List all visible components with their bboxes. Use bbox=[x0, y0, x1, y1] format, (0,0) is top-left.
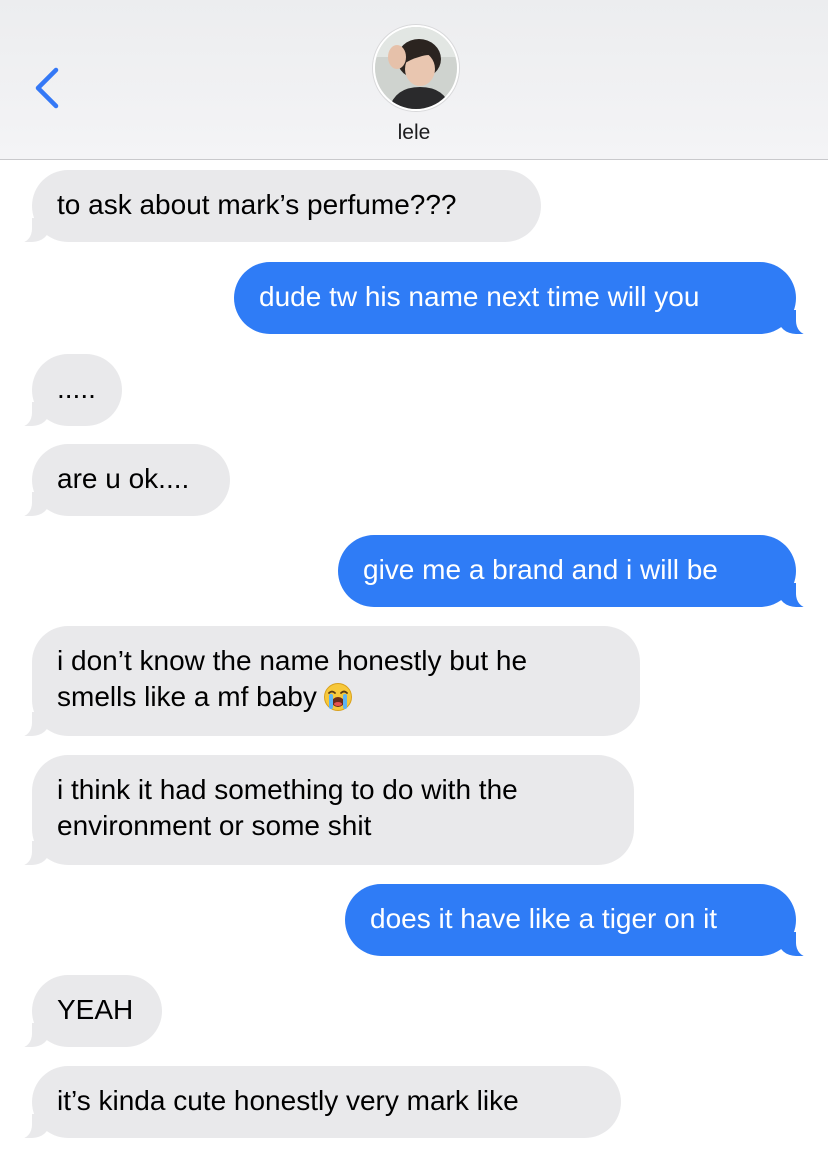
message-text: environment or some shit bbox=[57, 810, 372, 841]
outgoing-message[interactable]: dude tw his name next time will you bbox=[234, 262, 818, 335]
message-text: does it have like a tiger on it bbox=[370, 903, 718, 934]
message-text-line: smells like a mf baby bbox=[57, 679, 615, 715]
message-text: dude tw his name next time will you bbox=[259, 281, 700, 312]
outgoing-message[interactable]: does it have like a tiger on it bbox=[345, 884, 818, 957]
message-text: YEAH bbox=[57, 994, 134, 1025]
conversation-header: lele bbox=[0, 0, 828, 160]
message-text: to ask about mark’s perfume??? bbox=[57, 189, 457, 220]
contact-avatar[interactable] bbox=[373, 25, 459, 111]
incoming-message[interactable]: i don’t know the name honestly but he sm… bbox=[10, 626, 640, 737]
message-text: ..... bbox=[57, 373, 96, 404]
avatar-photo bbox=[375, 27, 457, 109]
back-button[interactable] bbox=[28, 62, 68, 114]
incoming-message[interactable]: it’s kinda cute honestly very mark like bbox=[10, 1066, 621, 1139]
incoming-message[interactable]: to ask about mark’s perfume??? bbox=[10, 170, 541, 243]
loudly-crying-face-icon bbox=[323, 682, 353, 712]
message-text: it’s kinda cute honestly very mark like bbox=[57, 1085, 519, 1116]
incoming-message[interactable]: ..... bbox=[10, 354, 122, 427]
message-text: i think it had something to do with the bbox=[57, 774, 518, 805]
incoming-message[interactable]: YEAH bbox=[10, 975, 162, 1048]
message-text: smells like a mf baby bbox=[57, 681, 317, 712]
message-text: i don’t know the name honestly but he bbox=[57, 645, 528, 676]
outgoing-message[interactable]: give me a brand and i will be bbox=[338, 535, 818, 608]
incoming-message[interactable]: i think it had something to do with the … bbox=[10, 755, 634, 866]
contact-name[interactable]: lele bbox=[0, 121, 828, 145]
message-text: are u ok.... bbox=[57, 463, 190, 494]
chevron-left-icon bbox=[35, 67, 59, 109]
incoming-message[interactable]: are u ok.... bbox=[10, 444, 230, 517]
message-text: give me a brand and i will be bbox=[363, 554, 718, 585]
